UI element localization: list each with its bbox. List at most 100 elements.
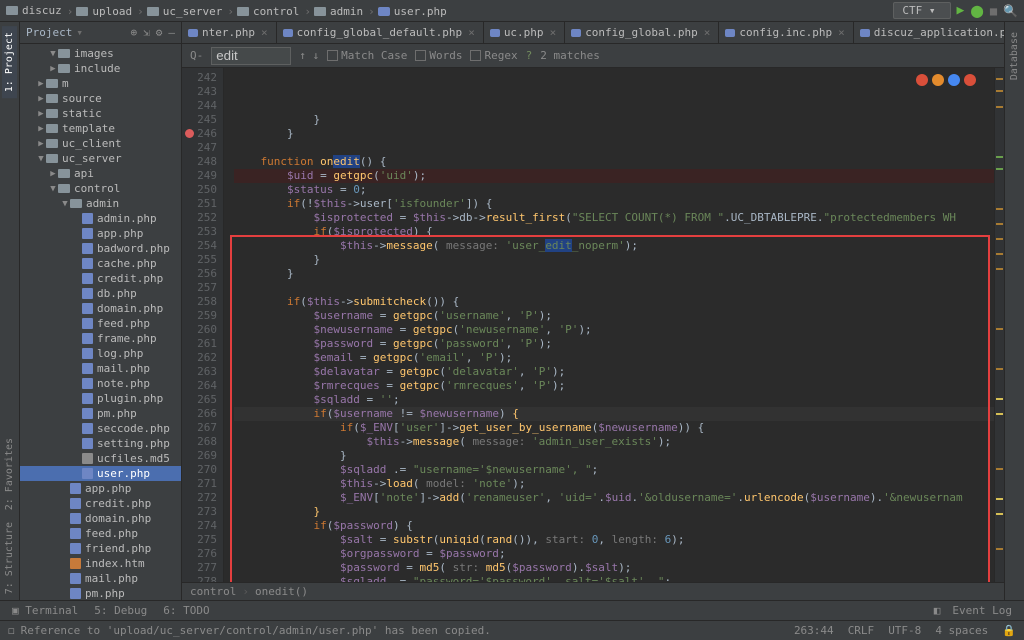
close-icon[interactable]: ×: [838, 26, 845, 39]
run-icon[interactable]: ▶: [957, 3, 965, 18]
tree-file[interactable]: index.htm: [20, 556, 181, 571]
tree-file[interactable]: seccode.php: [20, 421, 181, 436]
stripe-marker[interactable]: [996, 106, 1003, 108]
tree-file[interactable]: admin.php: [20, 211, 181, 226]
tree-file[interactable]: app.php: [20, 481, 181, 496]
tree-folder[interactable]: ▶uc_client: [20, 136, 181, 151]
expand-arrow-icon[interactable]: ▼: [60, 199, 70, 209]
tree-file[interactable]: domain.php: [20, 511, 181, 526]
breadcrumb-segment[interactable]: ›admin: [301, 5, 363, 18]
debug-icon[interactable]: ⬤: [970, 4, 983, 18]
project-tree[interactable]: ▼images▶include▶m▶source▶static▶template…: [20, 44, 181, 600]
expand-arrow-icon[interactable]: ▶: [48, 64, 58, 74]
tree-folder[interactable]: ▶m: [20, 76, 181, 91]
close-icon[interactable]: ×: [704, 26, 711, 39]
expand-arrow-icon[interactable]: ▶: [36, 124, 46, 134]
btab-todo[interactable]: 6: TODO: [155, 604, 217, 617]
tree-folder[interactable]: ▶source: [20, 91, 181, 106]
code-editor[interactable]: 2422432442452462472482492502512522532542…: [182, 68, 1004, 582]
stripe-marker[interactable]: [996, 238, 1003, 240]
tree-file[interactable]: feed.php: [20, 526, 181, 541]
tree-folder[interactable]: ▶template: [20, 121, 181, 136]
stripe-marker[interactable]: [996, 513, 1003, 515]
breakpoint-icon[interactable]: [185, 129, 194, 138]
code-area[interactable]: } } function onedit() { $uid = getgpc('u…: [224, 68, 994, 582]
find-input[interactable]: [211, 47, 291, 65]
expand-arrow-icon[interactable]: ▶: [48, 169, 58, 179]
tree-file[interactable]: log.php: [20, 346, 181, 361]
tree-file[interactable]: frame.php: [20, 331, 181, 346]
line-gutter[interactable]: 2422432442452462472482492502512522532542…: [182, 68, 224, 582]
tree-file[interactable]: feed.php: [20, 316, 181, 331]
expand-arrow-icon[interactable]: ▶: [36, 79, 46, 89]
editor-tab[interactable]: config_global.php×: [565, 22, 719, 43]
tree-folder[interactable]: ▼admin: [20, 196, 181, 211]
words-checkbox[interactable]: Words: [415, 49, 462, 62]
close-icon[interactable]: ×: [261, 26, 268, 39]
stripe-marker[interactable]: [996, 368, 1003, 370]
stripe-marker[interactable]: [996, 208, 1003, 210]
tree-file[interactable]: user.php: [20, 466, 181, 481]
tree-file[interactable]: badword.php: [20, 241, 181, 256]
close-icon[interactable]: ×: [550, 26, 557, 39]
close-icon[interactable]: ×: [468, 26, 475, 39]
tree-file[interactable]: pm.php: [20, 406, 181, 421]
tree-folder[interactable]: ▼images: [20, 46, 181, 61]
tree-file[interactable]: mail.php: [20, 571, 181, 586]
collapse-icon[interactable]: ⇲: [143, 26, 150, 39]
vtab-structure[interactable]: 7: Structure: [2, 516, 17, 600]
breadcrumb-segment[interactable]: ›user.php: [365, 5, 447, 18]
run-config-selector[interactable]: CTF ▾: [893, 2, 950, 19]
editor-tab[interactable]: uc.php×: [484, 22, 565, 43]
tree-file[interactable]: ucfiles.md5: [20, 451, 181, 466]
error-stripe[interactable]: [994, 68, 1004, 582]
tree-file[interactable]: app.php: [20, 226, 181, 241]
editor-tab[interactable]: config_global_default.php×: [277, 22, 484, 43]
stripe-marker[interactable]: [996, 328, 1003, 330]
editor-tab[interactable]: config.inc.php×: [719, 22, 853, 43]
tree-folder[interactable]: ▶static: [20, 106, 181, 121]
btab-eventlog[interactable]: Event Log: [944, 604, 1020, 617]
stripe-marker[interactable]: [996, 168, 1003, 170]
expand-arrow-icon[interactable]: ▶: [36, 109, 46, 119]
tree-file[interactable]: db.php: [20, 286, 181, 301]
expand-arrow-icon[interactable]: ▶: [36, 139, 46, 149]
vtab-project[interactable]: 1: Project: [2, 26, 17, 98]
expand-arrow-icon[interactable]: ▼: [48, 184, 58, 194]
file-encoding[interactable]: UTF-8: [888, 624, 921, 637]
btab-terminal[interactable]: ▣ Terminal: [4, 604, 86, 617]
matchcase-checkbox[interactable]: Match Case: [327, 49, 407, 62]
hide-icon[interactable]: —: [168, 26, 175, 39]
tree-file[interactable]: plugin.php: [20, 391, 181, 406]
tree-folder[interactable]: ▶api: [20, 166, 181, 181]
tree-file[interactable]: mail.php: [20, 361, 181, 376]
stripe-marker[interactable]: [996, 268, 1003, 270]
stop-icon[interactable]: ■: [990, 4, 997, 18]
editor-tab[interactable]: discuz_application.php×: [854, 22, 1004, 43]
stripe-marker[interactable]: [996, 78, 1003, 80]
crumb[interactable]: control: [190, 585, 236, 598]
tree-file[interactable]: friend.php: [20, 541, 181, 556]
crumb[interactable]: onedit(): [255, 585, 308, 598]
lock-icon[interactable]: 🔒: [1002, 624, 1016, 637]
breadcrumb-segment[interactable]: ›control: [224, 5, 299, 18]
vtab-database[interactable]: Database: [1007, 26, 1022, 86]
locate-icon[interactable]: ⊕: [131, 26, 138, 39]
tree-file[interactable]: credit.php: [20, 496, 181, 511]
expand-arrow-icon[interactable]: ▶: [36, 94, 46, 104]
stripe-marker[interactable]: [996, 548, 1003, 550]
tree-file[interactable]: note.php: [20, 376, 181, 391]
line-separator[interactable]: CRLF: [848, 624, 875, 637]
tree-file[interactable]: credit.php: [20, 271, 181, 286]
editor-tab[interactable]: nter.php×: [182, 22, 277, 43]
breadcrumb-segment[interactable]: ›upload: [64, 5, 132, 18]
stripe-marker[interactable]: [996, 90, 1003, 92]
expand-arrow-icon[interactable]: ▼: [48, 49, 58, 59]
tree-folder[interactable]: ▼uc_server: [20, 151, 181, 166]
regex-checkbox[interactable]: Regex: [470, 49, 517, 62]
stripe-marker[interactable]: [996, 413, 1003, 415]
stripe-marker[interactable]: [996, 253, 1003, 255]
tree-file[interactable]: pm.php: [20, 586, 181, 600]
tree-file[interactable]: cache.php: [20, 256, 181, 271]
search-icon[interactable]: 🔍: [1003, 4, 1018, 18]
